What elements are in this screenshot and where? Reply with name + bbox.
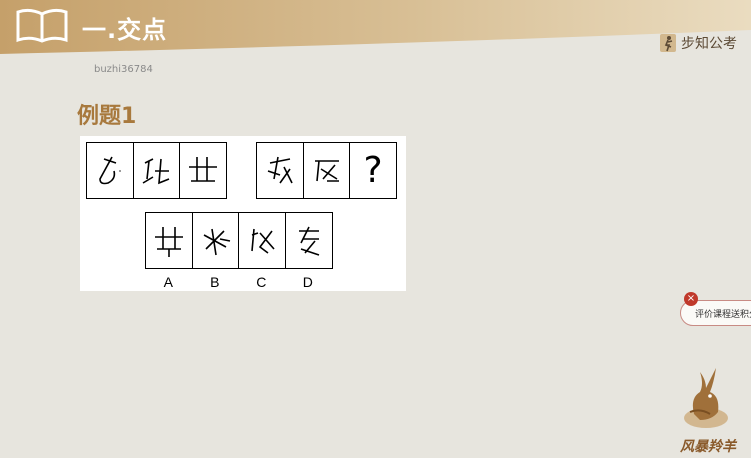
option-label-a: A [163, 274, 173, 290]
option-row [145, 212, 333, 269]
brand: 步知公考 [659, 33, 737, 53]
option-label-c: C [256, 274, 267, 290]
option-label-b: B [210, 274, 220, 290]
glyph-figure [99, 156, 121, 184]
question-cell-5 [302, 142, 351, 199]
question-row-2: ? [256, 142, 397, 199]
glyph-figure [155, 226, 183, 257]
glyph-figure [251, 228, 275, 254]
question-mark: ? [363, 149, 383, 191]
option-cell-a [145, 212, 193, 269]
antelope-logo-icon [684, 368, 728, 428]
puzzle-figure: ? A B C D [80, 136, 406, 291]
section-title: 一.交点 [82, 16, 168, 44]
question-cell-unknown: ? [349, 142, 397, 199]
question-cell-2 [132, 142, 181, 199]
watermark-id: buzhi36784 [94, 64, 153, 75]
example-title: 例题1 [77, 104, 137, 129]
brand-name: 步知公考 [681, 36, 737, 52]
header-band: 一.交点 步知公考 [0, 0, 751, 58]
glyph-figure [298, 226, 319, 256]
corner-logo-caption: 风暴羚羊 [680, 439, 736, 455]
option-cell-d [284, 212, 333, 269]
glyph-figure [267, 156, 293, 183]
glyph-figure [314, 159, 339, 182]
brand-figure-icon [660, 34, 676, 52]
rating-widget: 评价课程送积分 × [680, 292, 751, 326]
open-book-icon [16, 8, 68, 43]
question-cell-1 [86, 142, 134, 199]
close-icon[interactable]: × [684, 292, 698, 306]
question-cell-3 [179, 142, 227, 199]
option-labels: A B C D [145, 274, 331, 290]
option-cell-b [191, 212, 240, 269]
glyph-figure [203, 228, 230, 255]
glyph-figure [189, 156, 217, 182]
glyph-figure [142, 157, 169, 184]
question-cell-4 [256, 142, 304, 199]
question-row-1 [86, 142, 227, 199]
rate-course-label: 评价课程送积分 [695, 309, 751, 320]
option-label-d: D [302, 274, 313, 290]
option-cell-c [238, 212, 286, 269]
